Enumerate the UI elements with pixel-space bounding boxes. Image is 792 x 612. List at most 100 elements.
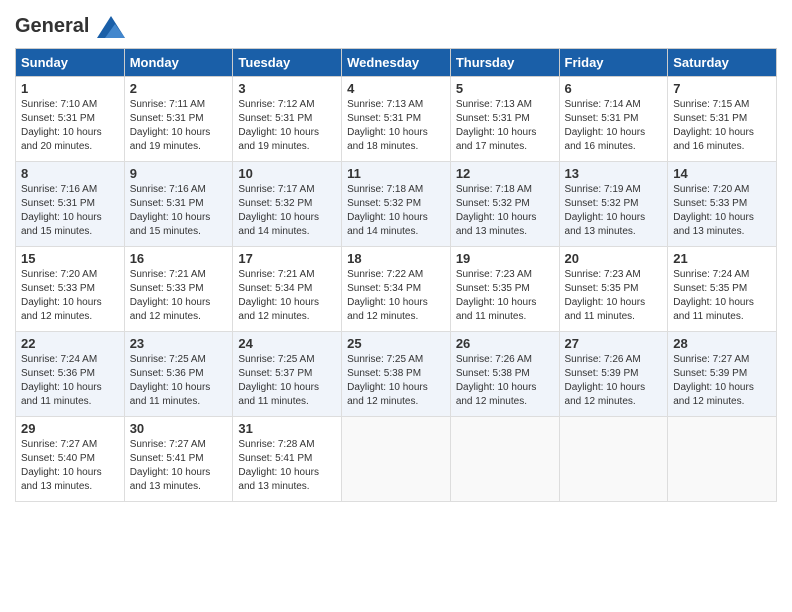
day-info: Sunrise: 7:22 AMSunset: 5:34 PMDaylight:…: [347, 268, 445, 324]
day-cell-9: 9 Sunrise: 7:16 AMSunset: 5:31 PMDaylight…: [124, 162, 233, 247]
day-info: Sunrise: 7:21 AMSunset: 5:34 PMDaylight:…: [238, 268, 336, 324]
day-number: 10: [238, 166, 336, 181]
day-cell-26: 26Sunrise: 7:26 AMSunset: 5:38 PMDayligh…: [450, 332, 559, 417]
week-row-2: 8 Sunrise: 7:16 AMSunset: 5:31 PMDaylight…: [16, 162, 777, 247]
day-cell-19: 19Sunrise: 7:23 AMSunset: 5:35 PMDayligh…: [450, 247, 559, 332]
day-info: Sunrise: 7:12 AMSunset: 5:31 PMDaylight:…: [238, 98, 336, 154]
day-cell-29: 29 Sunrise: 7:27 AMSunset: 5:40 PMDayligh…: [16, 417, 125, 502]
day-number: 16: [130, 251, 228, 266]
week-row-4: 22 Sunrise: 7:24 AMSunset: 5:36 PMDayligh…: [16, 332, 777, 417]
day-info: Sunrise: 7:23 AMSunset: 5:35 PMDaylight:…: [456, 268, 554, 324]
day-cell-31: 31Sunrise: 7:28 AMSunset: 5:41 PMDayligh…: [233, 417, 342, 502]
day-info: Sunrise: 7:27 AMSunset: 5:40 PMDaylight:…: [21, 438, 119, 494]
day-info: Sunrise: 7:13 AMSunset: 5:31 PMDaylight:…: [456, 98, 554, 154]
day-cell-24: 24 Sunrise: 7:25 AMSunset: 5:37 PMDayligh…: [233, 332, 342, 417]
day-cell-3: 3 Sunrise: 7:12 AMSunset: 5:31 PMDaylight…: [233, 77, 342, 162]
day-info: Sunrise: 7:19 AMSunset: 5:32 PMDaylight:…: [565, 183, 663, 239]
day-cell-2: 2Sunrise: 7:11 AMSunset: 5:31 PMDaylight…: [124, 77, 233, 162]
day-number: 12: [456, 166, 554, 181]
day-info: Sunrise: 7:27 AMSunset: 5:39 PMDaylight:…: [673, 353, 771, 409]
day-info: Sunrise: 7:17 AMSunset: 5:32 PMDaylight:…: [238, 183, 336, 239]
day-info: Sunrise: 7:20 AMSunset: 5:33 PMDaylight:…: [673, 183, 771, 239]
day-cell-18: 18Sunrise: 7:22 AMSunset: 5:34 PMDayligh…: [342, 247, 451, 332]
header-cell-tuesday: Tuesday: [233, 49, 342, 77]
day-number: 6: [565, 81, 663, 96]
day-cell-16: 16 Sunrise: 7:21 AMSunset: 5:33 PMDayligh…: [124, 247, 233, 332]
day-info: Sunrise: 7:26 AMSunset: 5:39 PMDaylight:…: [565, 353, 663, 409]
day-cell-17: 17 Sunrise: 7:21 AMSunset: 5:34 PMDayligh…: [233, 247, 342, 332]
day-number: 13: [565, 166, 663, 181]
day-number: 8: [21, 166, 119, 181]
calendar-table: SundayMondayTuesdayWednesdayThursdayFrid…: [15, 48, 777, 502]
day-number: 14: [673, 166, 771, 181]
empty-cell: [450, 417, 559, 502]
day-cell-5: 5Sunrise: 7:13 AMSunset: 5:31 PMDaylight…: [450, 77, 559, 162]
header-cell-monday: Monday: [124, 49, 233, 77]
day-info: Sunrise: 7:16 AMSunset: 5:31 PMDaylight:…: [21, 183, 119, 239]
day-number: 15: [21, 251, 119, 266]
day-number: 31: [238, 421, 336, 436]
day-cell-21: 21 Sunrise: 7:24 AMSunset: 5:35 PMDayligh…: [668, 247, 777, 332]
day-cell-11: 11Sunrise: 7:18 AMSunset: 5:32 PMDayligh…: [342, 162, 451, 247]
day-cell-10: 10 Sunrise: 7:17 AMSunset: 5:32 PMDayligh…: [233, 162, 342, 247]
day-info: Sunrise: 7:14 AMSunset: 5:31 PMDaylight:…: [565, 98, 663, 154]
day-number: 3: [238, 81, 336, 96]
day-info: Sunrise: 7:21 AMSunset: 5:33 PMDaylight:…: [130, 268, 228, 324]
day-info: Sunrise: 7:16 AMSunset: 5:31 PMDaylight:…: [130, 183, 228, 239]
day-info: Sunrise: 7:24 AMSunset: 5:36 PMDaylight:…: [21, 353, 119, 409]
day-cell-6: 6 Sunrise: 7:14 AMSunset: 5:31 PMDaylight…: [559, 77, 668, 162]
day-number: 23: [130, 336, 228, 351]
header-cell-saturday: Saturday: [668, 49, 777, 77]
day-cell-4: 4 Sunrise: 7:13 AMSunset: 5:31 PMDaylight…: [342, 77, 451, 162]
day-info: Sunrise: 7:11 AMSunset: 5:31 PMDaylight:…: [130, 98, 228, 154]
day-info: Sunrise: 7:15 AMSunset: 5:31 PMDaylight:…: [673, 98, 771, 154]
day-number: 1: [21, 81, 119, 96]
day-info: Sunrise: 7:20 AMSunset: 5:33 PMDaylight:…: [21, 268, 119, 324]
day-number: 25: [347, 336, 445, 351]
empty-cell: [559, 417, 668, 502]
empty-cell: [668, 417, 777, 502]
header-cell-wednesday: Wednesday: [342, 49, 451, 77]
day-cell-14: 14 Sunrise: 7:20 AMSunset: 5:33 PMDayligh…: [668, 162, 777, 247]
day-number: 17: [238, 251, 336, 266]
day-cell-30: 30 Sunrise: 7:27 AMSunset: 5:41 PMDayligh…: [124, 417, 233, 502]
day-number: 27: [565, 336, 663, 351]
day-number: 29: [21, 421, 119, 436]
logo: General: [15, 15, 125, 38]
day-info: Sunrise: 7:27 AMSunset: 5:41 PMDaylight:…: [130, 438, 228, 494]
day-cell-23: 23 Sunrise: 7:25 AMSunset: 5:36 PMDayligh…: [124, 332, 233, 417]
day-number: 4: [347, 81, 445, 96]
day-number: 28: [673, 336, 771, 351]
day-number: 30: [130, 421, 228, 436]
header: General: [15, 15, 777, 38]
header-cell-friday: Friday: [559, 49, 668, 77]
day-info: Sunrise: 7:10 AMSunset: 5:31 PMDaylight:…: [21, 98, 119, 154]
day-number: 9: [130, 166, 228, 181]
day-cell-15: 15 Sunrise: 7:20 AMSunset: 5:33 PMDayligh…: [16, 247, 125, 332]
day-info: Sunrise: 7:18 AMSunset: 5:32 PMDaylight:…: [456, 183, 554, 239]
day-number: 22: [21, 336, 119, 351]
day-cell-1: 1 Sunrise: 7:10 AMSunset: 5:31 PMDaylight…: [16, 77, 125, 162]
day-cell-13: 13 Sunrise: 7:19 AMSunset: 5:32 PMDayligh…: [559, 162, 668, 247]
week-row-1: 1 Sunrise: 7:10 AMSunset: 5:31 PMDaylight…: [16, 77, 777, 162]
day-cell-28: 28 Sunrise: 7:27 AMSunset: 5:39 PMDayligh…: [668, 332, 777, 417]
day-number: 21: [673, 251, 771, 266]
header-cell-thursday: Thursday: [450, 49, 559, 77]
day-number: 20: [565, 251, 663, 266]
day-cell-8: 8 Sunrise: 7:16 AMSunset: 5:31 PMDaylight…: [16, 162, 125, 247]
day-info: Sunrise: 7:26 AMSunset: 5:38 PMDaylight:…: [456, 353, 554, 409]
day-info: Sunrise: 7:23 AMSunset: 5:35 PMDaylight:…: [565, 268, 663, 324]
day-cell-27: 27 Sunrise: 7:26 AMSunset: 5:39 PMDayligh…: [559, 332, 668, 417]
week-row-3: 15 Sunrise: 7:20 AMSunset: 5:33 PMDayligh…: [16, 247, 777, 332]
day-number: 11: [347, 166, 445, 181]
day-cell-7: 7Sunrise: 7:15 AMSunset: 5:31 PMDaylight…: [668, 77, 777, 162]
week-row-5: 29 Sunrise: 7:27 AMSunset: 5:40 PMDayligh…: [16, 417, 777, 502]
day-info: Sunrise: 7:25 AMSunset: 5:36 PMDaylight:…: [130, 353, 228, 409]
day-info: Sunrise: 7:24 AMSunset: 5:35 PMDaylight:…: [673, 268, 771, 324]
day-cell-20: 20 Sunrise: 7:23 AMSunset: 5:35 PMDayligh…: [559, 247, 668, 332]
day-info: Sunrise: 7:13 AMSunset: 5:31 PMDaylight:…: [347, 98, 445, 154]
day-info: Sunrise: 7:25 AMSunset: 5:37 PMDaylight:…: [238, 353, 336, 409]
day-cell-12: 12 Sunrise: 7:18 AMSunset: 5:32 PMDayligh…: [450, 162, 559, 247]
day-info: Sunrise: 7:25 AMSunset: 5:38 PMDaylight:…: [347, 353, 445, 409]
day-number: 24: [238, 336, 336, 351]
